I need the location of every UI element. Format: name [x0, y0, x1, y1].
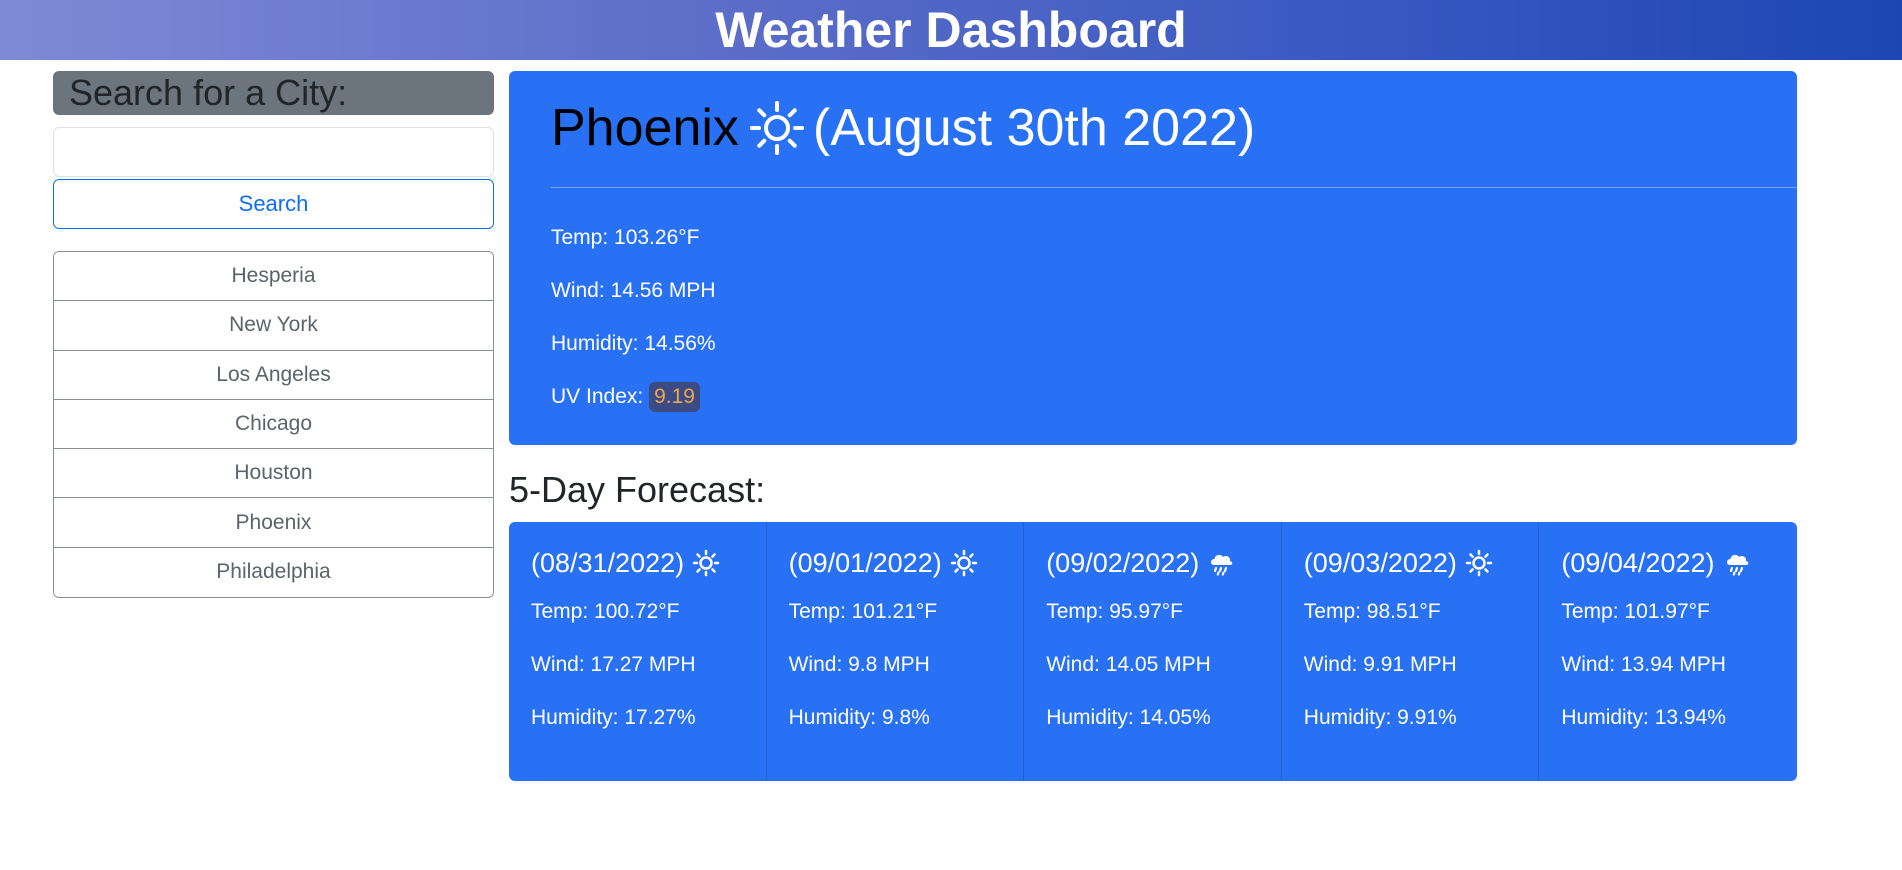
forecast-date: (09/01/2022): [788, 548, 942, 578]
forecast-temp: Temp: 101.97°F: [1561, 600, 1710, 623]
history-item-houston[interactable]: Houston: [54, 449, 493, 499]
forecast-temp: Temp: 101.21°F: [788, 600, 938, 623]
forecast-date: (09/04/2022): [1561, 548, 1715, 578]
history-item-hesperia[interactable]: Hesperia: [54, 252, 493, 302]
sun-icon: [749, 100, 805, 156]
sidebar: Search for a City: Search Hesperia New Y…: [53, 71, 494, 599]
forecast-day-heading: (09/02/2022): [1046, 544, 1235, 582]
current-uv: UV Index: 9.19: [551, 382, 700, 412]
forecast-humidity: Humidity: 13.94%: [1561, 706, 1726, 729]
history-item-philadelphia[interactable]: Philadelphia: [54, 547, 493, 598]
forecast-date: (09/03/2022): [1303, 548, 1457, 578]
forecast-wind: Wind: 9.8 MPH: [788, 653, 930, 676]
sun-icon: [692, 549, 720, 577]
forecast-day-card: (08/31/2022) Temp: 100.72°F Wind: 17.27 …: [509, 522, 767, 781]
forecast-humidity: Humidity: 9.91%: [1303, 706, 1457, 729]
forecast-day-card: (09/04/2022) Temp: 101.97°F Wind: 13.94 …: [1539, 522, 1797, 781]
forecast-humidity: Humidity: 17.27%: [531, 706, 696, 729]
forecast-date: (09/02/2022): [1046, 548, 1200, 578]
forecast-day-card: (09/01/2022) Temp: 101.21°F Wind: 9.8 MP…: [767, 522, 1025, 781]
rain-cloud-icon: [1207, 549, 1235, 577]
search-button[interactable]: Search: [53, 179, 494, 229]
forecast-day-card: (09/03/2022) Temp: 98.51°F Wind: 9.91 MP…: [1282, 522, 1540, 781]
forecast-humidity: Humidity: 9.8%: [788, 706, 930, 729]
forecast-title: 5-Day Forecast:: [509, 469, 766, 510]
page-header: Weather Dashboard: [0, 0, 1902, 60]
forecast-wind: Wind: 17.27 MPH: [531, 653, 696, 676]
city-search-input[interactable]: [53, 127, 494, 177]
forecast-wind: Wind: 13.94 MPH: [1561, 653, 1726, 676]
search-title: Search for a City:: [53, 71, 494, 115]
forecast-humidity: Humidity: 14.05%: [1046, 706, 1211, 729]
current-weather-heading: Phoenix (August 30th 2022): [551, 93, 1255, 163]
forecast-wind: Wind: 14.05 MPH: [1046, 653, 1211, 676]
rain-cloud-icon: [1723, 549, 1751, 577]
forecast-wind: Wind: 9.91 MPH: [1303, 653, 1457, 676]
search-history-list: Hesperia New York Los Angeles Chicago Ho…: [53, 251, 494, 599]
current-city-name: Phoenix: [551, 99, 739, 157]
forecast-day-heading: (08/31/2022): [531, 544, 720, 582]
uv-label: UV Index:: [551, 385, 644, 408]
page-title: Weather Dashboard: [715, 2, 1187, 58]
history-item-los-angeles[interactable]: Los Angeles: [54, 350, 493, 400]
forecast-temp: Temp: 100.72°F: [531, 600, 680, 623]
forecast-temp: Temp: 95.97°F: [1046, 600, 1183, 623]
sun-icon: [1465, 549, 1493, 577]
current-temp: Temp: 103.26°F: [551, 226, 700, 249]
uv-index-badge: 9.19: [649, 382, 700, 412]
current-divider: [551, 187, 1797, 188]
sun-icon: [950, 549, 978, 577]
forecast-day-heading: (09/01/2022): [789, 544, 978, 582]
forecast-row: (08/31/2022) Temp: 100.72°F Wind: 17.27 …: [509, 522, 1797, 781]
history-item-phoenix[interactable]: Phoenix: [54, 498, 493, 548]
history-item-chicago[interactable]: Chicago: [54, 399, 493, 450]
current-wind: Wind: 14.56 MPH: [551, 279, 716, 302]
current-humidity: Humidity: 14.56%: [551, 332, 716, 355]
current-weather-card: Phoenix (August 30th 2022) Temp: 103.26°…: [509, 71, 1797, 445]
forecast-day-heading: (09/04/2022): [1561, 544, 1750, 582]
forecast-temp: Temp: 98.51°F: [1303, 600, 1441, 623]
forecast-day-heading: (09/03/2022): [1304, 544, 1493, 582]
forecast-date: (08/31/2022): [531, 548, 685, 578]
current-date: (August 30th 2022): [812, 99, 1256, 157]
history-item-new-york[interactable]: New York: [54, 301, 493, 351]
forecast-day-card: (09/02/2022) Temp: 95.97°F Wind: 14.05 M…: [1024, 522, 1282, 781]
